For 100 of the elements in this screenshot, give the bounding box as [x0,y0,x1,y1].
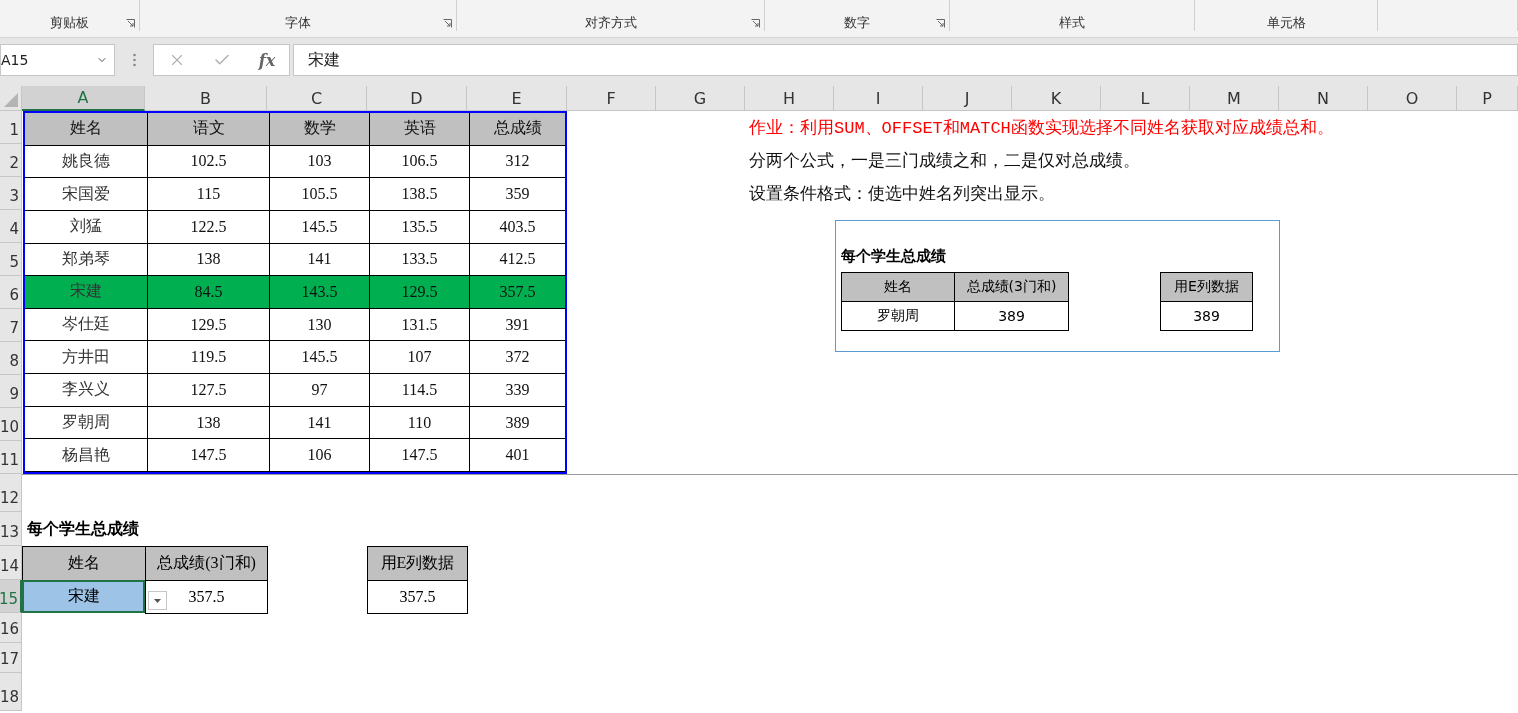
column-header[interactable]: L [1101,86,1190,111]
row-header[interactable]: 9 [0,375,22,408]
column-header[interactable]: N [1279,86,1368,111]
insert-function-button[interactable]: fx [258,50,276,70]
row-header[interactable]: 12 [0,474,22,512]
row-header[interactable]: 10 [0,408,22,441]
row-header[interactable]: 13 [0,512,22,546]
ribbon-group-label: 数字 [844,15,870,31]
dialog-launcher-icon[interactable] [443,19,452,28]
header-cell: 总成绩(3门和) [954,272,1069,302]
header-cell: 数学 [270,113,370,146]
grip-icon[interactable] [132,53,136,67]
header-cell: 总成绩 [470,113,565,146]
column-header[interactable]: G [656,86,745,111]
column-header[interactable]: J [923,86,1012,111]
row-header[interactable]: 1 [0,111,22,144]
table-cell: 97 [270,374,370,407]
table-cell: 130 [270,308,370,342]
table-cell: 147.5 [370,439,470,472]
table-cell: 宋国爱 [25,178,148,211]
table-cell: 102.5 [148,145,270,179]
row-header[interactable]: 15 [0,580,22,613]
table-cell: 郑弟琴 [25,243,148,277]
column-header[interactable]: M [1190,86,1279,111]
table-cell: 刘猛 [25,210,148,244]
row-header[interactable]: 11 [0,441,22,474]
column-header[interactable]: P [1457,86,1518,111]
header-cell: 姓名 [25,113,148,146]
table-cell: 119.5 [148,341,270,375]
table-cell: 147.5 [148,439,270,472]
ribbon-group-label: 样式 [1059,15,1085,31]
dropdown-button[interactable] [148,591,167,610]
table-cell: 135.5 [370,210,470,244]
table-cell: 岑仕廷 [25,308,148,342]
cell-value: 357.5 [188,588,225,606]
column-header[interactable]: O [1368,86,1457,111]
column-header[interactable]: B [145,86,267,111]
note-text: 作业：利用SUM、OFFSET和MATCH函数实现选择不同姓名获取对应成绩总和。 [748,117,1335,139]
column-header[interactable]: D [367,86,467,111]
row-header[interactable]: 3 [0,177,22,210]
table-cell: 姚良德 [25,145,148,179]
column-header[interactable]: I [834,86,923,111]
table-cell: 138 [148,406,270,440]
table-cell: 138.5 [370,178,470,211]
table-cell: 389 [1160,301,1253,331]
table-cell: 103 [270,145,370,179]
triangle-icon [4,93,18,107]
row-header[interactable]: 4 [0,210,22,243]
table-cell: 罗朝周 [25,406,148,440]
table-cell: 杨昌艳 [25,439,148,472]
row-header[interactable]: 5 [0,243,22,276]
table-cell: 145.5 [270,341,370,375]
table-cell: 110 [370,406,470,440]
table-cell: 145.5 [270,210,370,244]
name-box[interactable]: A15 [0,44,115,76]
table-cell: 106.5 [370,145,470,179]
formula-field[interactable]: 宋建 [293,44,1518,76]
ribbon-group-label: 剪贴板 [50,15,89,31]
table-cell: 133.5 [370,243,470,277]
table-cell: 宋建 [25,276,148,309]
row-header[interactable]: 18 [0,673,22,711]
table-cell: 129.5 [148,308,270,342]
dialog-launcher-icon[interactable] [126,19,135,28]
table-cell: 84.5 [148,276,270,309]
table-cell: 106 [270,439,370,472]
table-cell: 131.5 [370,308,470,342]
section-title: 每个学生总成绩 [26,519,140,540]
table-cell: 389 [954,301,1069,331]
ribbon-group-label: 字体 [285,15,311,31]
row-header[interactable]: 6 [0,276,22,309]
table-cell: 方井田 [25,341,148,375]
column-header[interactable]: F [567,86,656,111]
row-header[interactable]: 17 [0,643,22,673]
active-cell[interactable]: 宋建 [22,580,145,613]
table-cell: 105.5 [270,178,370,211]
table-cell: 107 [370,341,470,375]
header-cell: 总成绩(3门和) [145,546,268,581]
table-cell: 李兴义 [25,374,148,407]
table-cell: 141 [270,243,370,277]
caret-icon [154,598,161,603]
picture-title: 每个学生总成绩 [841,247,947,266]
column-header[interactable]: C [267,86,367,111]
dialog-launcher-icon[interactable] [936,19,945,28]
column-header[interactable]: H [745,86,834,111]
row-header[interactable]: 8 [0,342,22,375]
column-header[interactable]: E [467,86,567,111]
row-header[interactable]: 16 [0,613,22,643]
row-header[interactable]: 7 [0,309,22,342]
row-header[interactable]: 14 [0,546,22,580]
note-text: 设置条件格式：使选中姓名列突出显示。 [748,182,1056,205]
column-header[interactable]: A [22,86,145,111]
table-cell: 罗朝周 [841,301,955,331]
table-cell: 122.5 [148,210,270,244]
dialog-launcher-icon[interactable] [751,19,760,28]
table-cell: 143.5 [270,276,370,309]
range-picture[interactable]: 每个学生总成绩 姓名 总成绩(3门和) 用E列数据 罗朝周 389 389 [835,220,1280,352]
column-header[interactable]: K [1012,86,1101,111]
table-cell: 357.5 [367,580,468,614]
row-header[interactable]: 2 [0,144,22,177]
ribbon-group-label: 对齐方式 [584,15,637,31]
